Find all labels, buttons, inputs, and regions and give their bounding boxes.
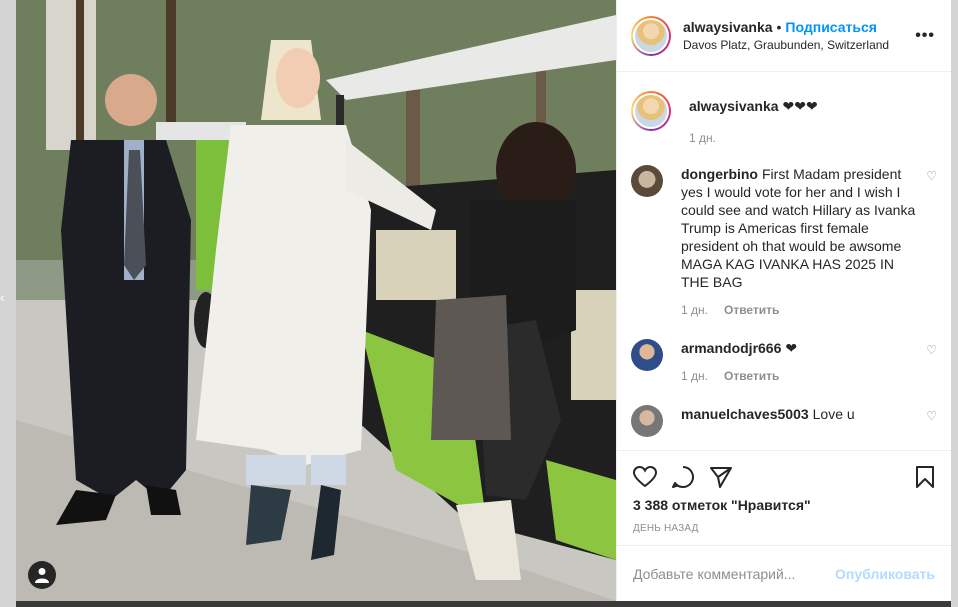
post-comment-button[interactable]: Опубликовать (835, 566, 935, 582)
comment-item: armandodjr666 ❤ 1 дн. Ответить ♡ (631, 339, 937, 385)
commenter-avatar[interactable] (631, 165, 663, 197)
post-modal: alwaysivanka • Подписаться Davos Platz, … (16, 0, 951, 601)
like-comment-heart-icon[interactable]: ♡ (926, 169, 937, 183)
separator-dot: • (776, 19, 782, 35)
comment-input[interactable]: Добавьте комментарий... (633, 566, 835, 582)
comment-time[interactable]: 1 дн. (681, 301, 708, 319)
comment-text: First Madam president yes I would vote f… (681, 166, 916, 290)
post-header: alwaysivanka • Подписаться Davos Platz, … (617, 0, 951, 72)
share-paper-plane-icon[interactable] (709, 466, 733, 488)
comment-bubble-icon[interactable] (671, 465, 695, 489)
header-text: alwaysivanka • Подписаться Davos Platz, … (683, 19, 915, 52)
comment-time[interactable]: 1 дн. (681, 367, 708, 385)
caption-username[interactable]: alwaysivanka (689, 98, 779, 114)
follow-button[interactable]: Подписаться (785, 19, 877, 35)
comment-item: dongerbino First Madam president yes I wo… (631, 165, 937, 319)
save-bookmark-icon[interactable] (915, 465, 935, 489)
author-avatar[interactable] (631, 15, 671, 56)
caption-avatar[interactable] (631, 91, 671, 131)
user-icon (35, 568, 49, 583)
feed-behind-modal (16, 601, 951, 607)
comment-text: Love u (812, 406, 855, 422)
caption-row: alwaysivanka ❤❤❤ 1 дн. (631, 91, 937, 147)
commenter-avatar[interactable] (631, 339, 663, 371)
likes-count[interactable]: 3 388 отметок "Нравится" (633, 497, 935, 513)
reply-button[interactable]: Ответить (724, 367, 779, 385)
comment-username[interactable]: manuelchaves5003 (681, 406, 809, 422)
photo-illustration (16, 0, 616, 601)
caption-text: ❤❤❤ (782, 98, 818, 114)
reply-button[interactable]: Ответить (724, 301, 779, 319)
author-username[interactable]: alwaysivanka (683, 19, 773, 35)
comment-text: ❤ (785, 340, 798, 356)
post-photo[interactable] (16, 0, 616, 601)
like-heart-icon[interactable] (633, 466, 657, 488)
post-date[interactable]: День назад (633, 523, 935, 534)
comment-username[interactable]: armandodjr666 (681, 340, 781, 356)
like-comment-heart-icon[interactable]: ♡ (926, 409, 937, 423)
post-actions: 3 388 отметок "Нравится" День назад (617, 450, 951, 534)
post-side-panel: alwaysivanka • Подписаться Davos Platz, … (616, 0, 951, 601)
tagged-users-button[interactable] (28, 561, 56, 589)
commenter-avatar[interactable] (631, 405, 663, 437)
comments-list[interactable]: alwaysivanka ❤❤❤ 1 дн. dongerbino First Ma… (617, 73, 951, 449)
add-comment-bar: Добавьте комментарий... Опубликовать (617, 545, 951, 601)
comment-username[interactable]: dongerbino (681, 166, 758, 182)
caption-time[interactable]: 1 дн. (689, 129, 716, 147)
like-comment-heart-icon[interactable]: ♡ (926, 343, 937, 357)
more-horizontal-icon[interactable]: ••• (915, 27, 937, 45)
post-location[interactable]: Davos Platz, Graubunden, Switzerland (683, 38, 915, 52)
prev-arrow-icon[interactable]: ‹ (0, 285, 8, 309)
comment-item: manuelchaves5003 Love u ♡ (631, 405, 937, 437)
